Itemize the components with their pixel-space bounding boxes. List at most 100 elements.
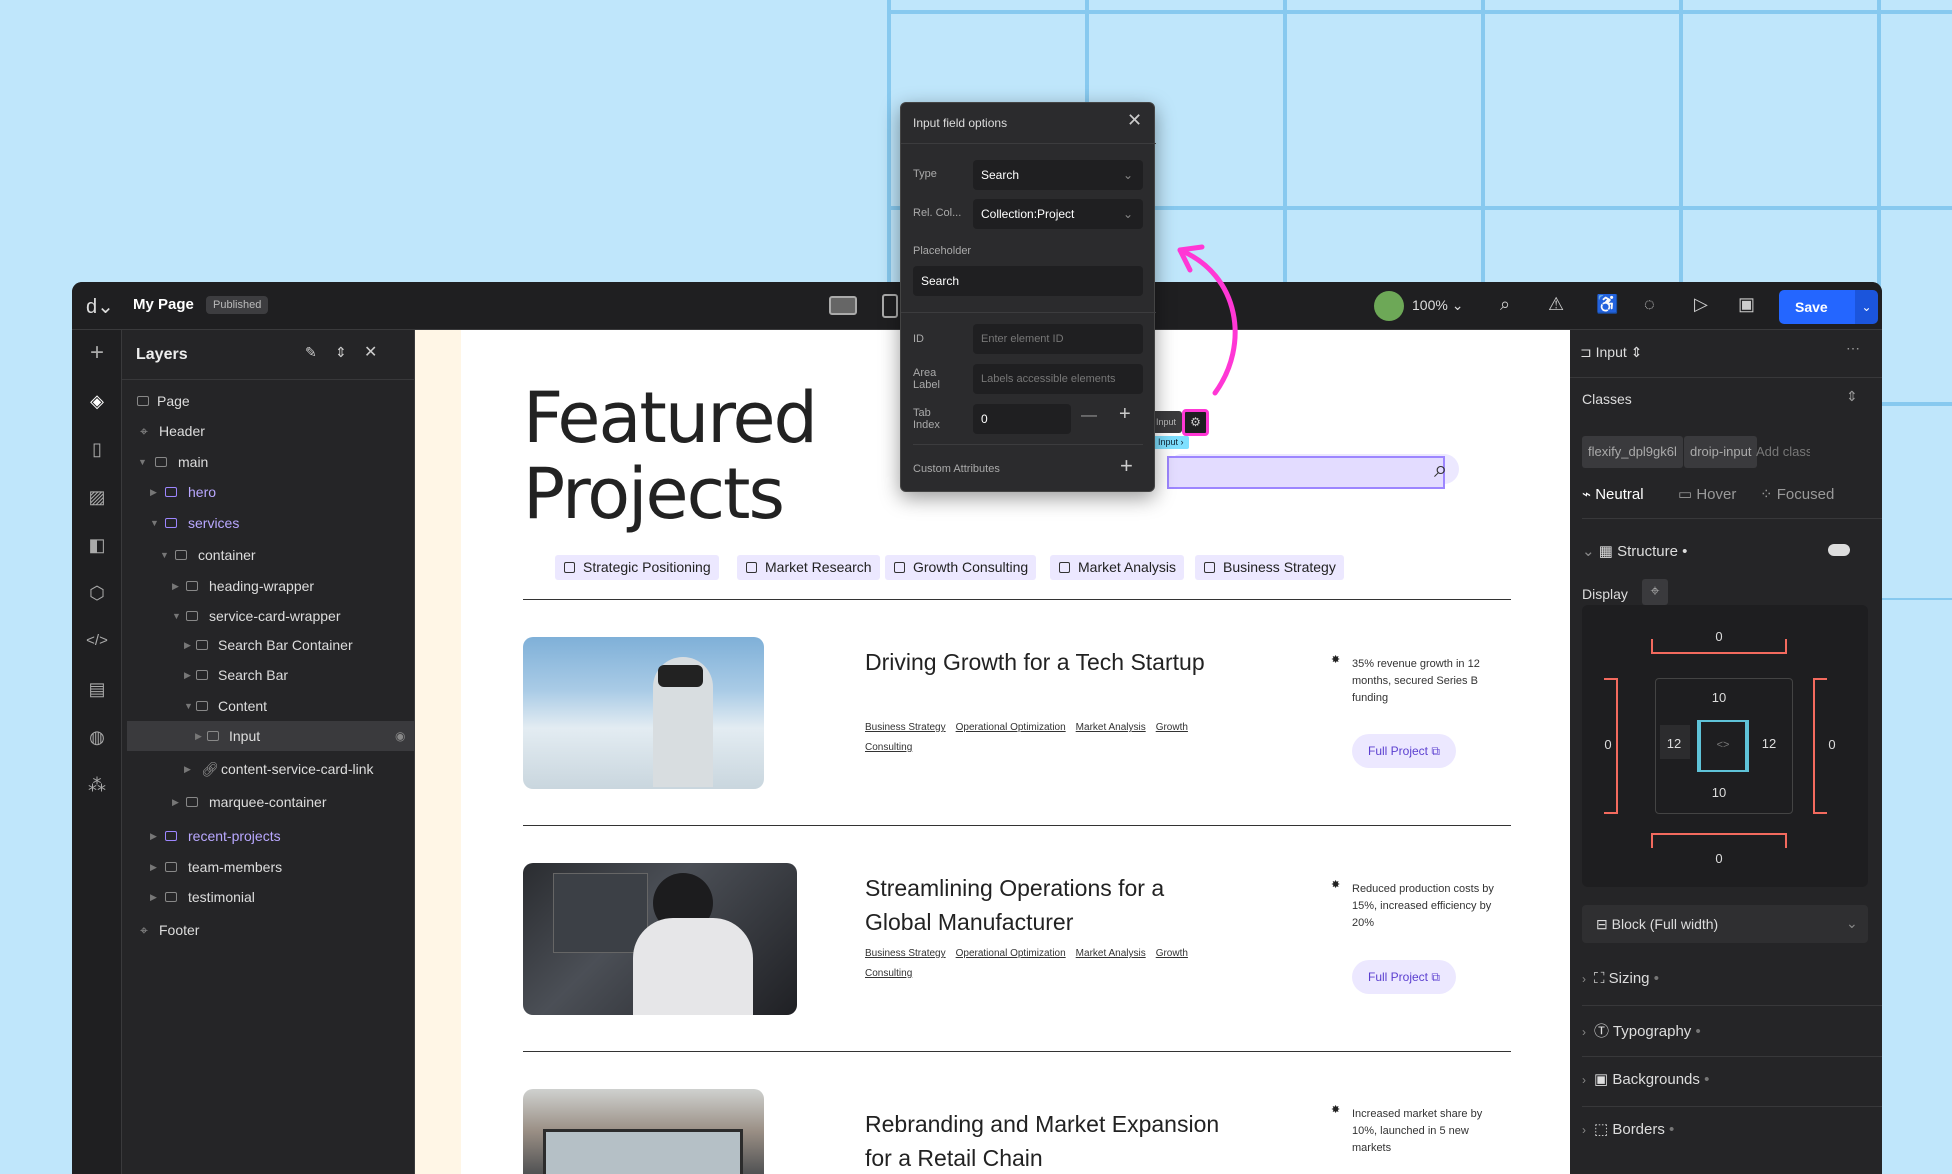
structure-toggle[interactable] (1828, 544, 1850, 556)
add-class-input[interactable]: Add class (1750, 436, 1810, 468)
chip[interactable]: Market Analysis (1050, 555, 1185, 580)
margin-bottom-bar[interactable] (1651, 833, 1787, 848)
tag-link[interactable]: Operational Optimization (956, 948, 1066, 959)
tag-link[interactable]: Market Analysis (1076, 722, 1146, 733)
classes-toggle-icon[interactable]: ⇕ (1846, 388, 1858, 405)
layer-item[interactable]: ▼ main (122, 447, 415, 477)
expand-icon[interactable]: ⇕ (335, 344, 347, 361)
structure-header[interactable]: ⌄ ▦ Structure • (1582, 542, 1687, 560)
add-attribute-button[interactable]: + (1120, 453, 1133, 479)
id-input[interactable]: Enter element ID (973, 324, 1143, 354)
class-chip[interactable]: droip-input (1684, 436, 1758, 468)
padding-left-value[interactable]: 12 (1662, 736, 1686, 751)
chip[interactable]: Growth Consulting (885, 555, 1037, 580)
chip[interactable]: Market Research (737, 555, 880, 580)
close-icon[interactable]: ✕ (1127, 110, 1142, 131)
layer-item[interactable]: Page (122, 386, 415, 416)
padding-top-value[interactable]: 10 (1707, 690, 1731, 705)
borders-section[interactable]: › ⬚ Borders • (1582, 1120, 1674, 1138)
close-icon[interactable]: ✕ (364, 342, 377, 362)
save-button[interactable]: Save (1779, 290, 1855, 324)
input-selection[interactable] (1167, 456, 1445, 489)
layer-item[interactable]: ▼ service-card-wrapper (122, 601, 415, 631)
database-icon[interactable]: ◍ (82, 722, 112, 752)
layer-item[interactable]: ▶ 🔗︎ content-service-card-link (122, 754, 415, 784)
comments-icon[interactable]: ◌ (1644, 294, 1655, 315)
tag-link[interactable]: Business Strategy (865, 948, 946, 959)
full-project-button[interactable]: Full Project ⧉ (1352, 960, 1456, 994)
backgrounds-section[interactable]: › ▣ Backgrounds • (1582, 1070, 1709, 1088)
element-selector[interactable]: ⊐ Input ⇕ (1580, 344, 1642, 361)
code-icon[interactable]: </> (82, 626, 112, 656)
rel-collection-select[interactable]: Collection:Project ⌄ (973, 199, 1143, 229)
mobile-view-icon[interactable] (882, 294, 898, 318)
full-project-button[interactable]: Full Project ⧉ (1352, 734, 1456, 768)
margin-right-value[interactable]: 0 (1822, 737, 1842, 752)
decrement-button[interactable]: — (1081, 407, 1097, 425)
display-flex-icon[interactable]: ⌖ (1642, 579, 1668, 605)
media-icon[interactable]: ▨ (82, 482, 112, 512)
layer-item[interactable]: ▶ testimonial (122, 882, 415, 912)
tab-index-input[interactable]: 0 (973, 404, 1071, 434)
more-icon[interactable]: ⋯ (1846, 340, 1860, 357)
layer-item[interactable]: ▼ services (122, 508, 415, 538)
spacing-box: 0 0 0 0 10 10 12 12 <> (1582, 605, 1868, 887)
accessibility-icon[interactable]: ♿ (1596, 294, 1618, 315)
layer-item[interactable]: ▶ hero (122, 477, 415, 507)
play-icon[interactable]: ▷ (1694, 294, 1708, 315)
page-title[interactable]: My Page (133, 296, 194, 313)
padding-right-value[interactable]: 12 (1757, 736, 1781, 751)
avatar[interactable] (1374, 291, 1404, 321)
margin-left-value[interactable]: 0 (1598, 737, 1618, 752)
state-focused[interactable]: ⁘ Focused (1760, 485, 1834, 503)
pages-icon[interactable]: ▯ (82, 434, 112, 464)
content-box: <> (1697, 720, 1749, 772)
layers-icon[interactable]: ◈ (82, 386, 112, 416)
padding-bottom-value[interactable]: 10 (1707, 785, 1731, 800)
display-select[interactable]: ⊟ Block (Full width) ⌄ (1582, 905, 1868, 943)
desktop-view-icon[interactable] (829, 296, 857, 315)
sizing-section[interactable]: › ⛶ Sizing • (1582, 970, 1659, 987)
card-title: Streamlining Operations for a Global Man… (865, 875, 1165, 935)
typography-section[interactable]: › Ⓣ Typography • (1582, 1020, 1701, 1041)
increment-button[interactable]: + (1119, 403, 1131, 426)
save-options-button[interactable]: ⌄ (1855, 290, 1878, 324)
class-chip[interactable]: flexify_dpl9gk6l (1582, 436, 1683, 468)
layer-item[interactable]: ▶ heading-wrapper (122, 571, 415, 601)
state-neutral[interactable]: ⌁ Neutral (1582, 485, 1644, 503)
settings-icon[interactable]: ⚙ (1182, 409, 1209, 436)
zoom-level[interactable]: 100% ⌄ (1412, 297, 1463, 314)
area-label-input[interactable]: Labels accessible elements (973, 364, 1143, 394)
layer-item-selected[interactable]: ▶ Input ◉ (127, 721, 415, 751)
margin-top-value[interactable]: 0 (1707, 629, 1731, 644)
tag-link[interactable]: Operational Optimization (956, 722, 1066, 733)
warning-icon[interactable]: ⚠ (1548, 294, 1564, 315)
pin-icon[interactable]: ✎ (305, 344, 317, 361)
chip[interactable]: Business Strategy (1195, 555, 1344, 580)
search-icon[interactable]: ⌕ (1500, 294, 1510, 315)
save-version-icon[interactable]: ▣ (1738, 294, 1755, 315)
layout-icon[interactable]: ▤ (82, 674, 112, 704)
tag-link[interactable]: Business Strategy (865, 722, 946, 733)
tag-link[interactable]: Market Analysis (1076, 948, 1146, 959)
layer-item[interactable]: ▶ Search Bar Container (122, 630, 415, 660)
apps-icon[interactable]: ⁂ (82, 770, 112, 800)
placeholder-input[interactable]: Search (913, 266, 1143, 296)
type-select[interactable]: Search ⌄ (973, 160, 1143, 190)
layer-item[interactable]: ▶ Search Bar (122, 660, 415, 690)
add-icon[interactable]: + (82, 338, 112, 368)
components-icon[interactable]: ⬡ (82, 578, 112, 608)
logo-icon[interactable]: d⌄ (86, 294, 114, 319)
layer-item[interactable]: ⌖ Header (122, 416, 415, 446)
state-hover[interactable]: ▭ Hover (1678, 485, 1736, 503)
margin-bottom-value[interactable]: 0 (1707, 851, 1731, 866)
eye-icon[interactable]: ◉ (395, 721, 405, 751)
layer-item[interactable]: ▼ Content (122, 691, 415, 721)
layer-item[interactable]: ▶ marquee-container (122, 787, 415, 817)
layer-item[interactable]: ⌖ Footer (122, 915, 415, 945)
chip[interactable]: Strategic Positioning (555, 555, 719, 580)
layer-item[interactable]: ▼ container (122, 540, 415, 570)
layer-item[interactable]: ▶ team-members (122, 852, 415, 882)
styles-icon[interactable]: ◧ (82, 530, 112, 560)
layer-item[interactable]: ▶ recent-projects (122, 821, 415, 851)
